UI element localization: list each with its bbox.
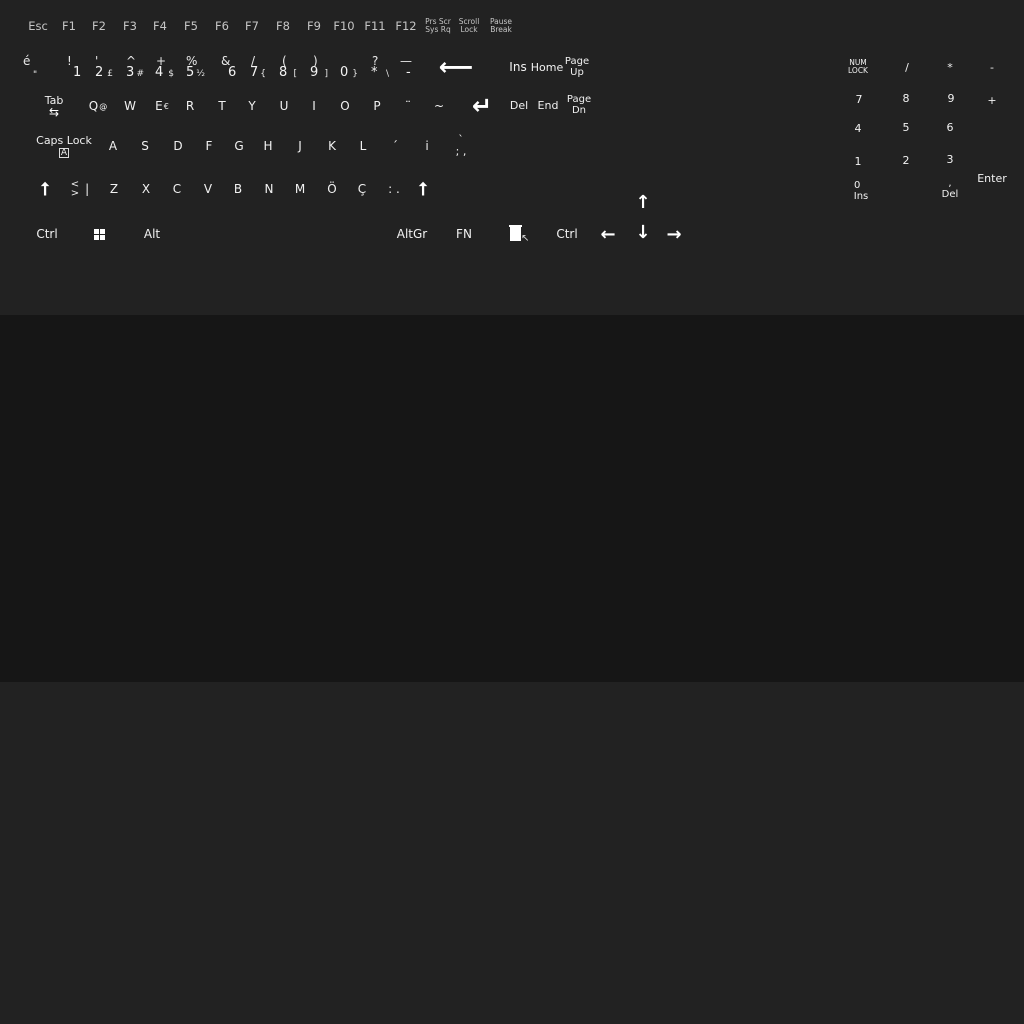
key-page-down[interactable]: Page Dn (559, 89, 599, 121)
key-numpad-4[interactable]: 4 (838, 112, 878, 144)
key-fn[interactable]: FN (444, 218, 484, 250)
key-page-up-label: Page (564, 56, 590, 67)
windows-logo-icon (93, 228, 105, 240)
arrow-left-icon: ← (600, 223, 616, 245)
key-numpad-1[interactable]: 1 (838, 145, 878, 177)
key-main-label: Y (248, 99, 256, 113)
key-bottom-label: 9 (310, 65, 319, 80)
key-print-screen-sublabel: Sys Rq (425, 25, 451, 34)
key-numpad-decimal[interactable]: , Del (930, 173, 970, 205)
key-semicolon[interactable]: ` ; , (441, 130, 481, 162)
key-top-label: é (23, 54, 31, 68)
key-page-up-sublabel: Up (570, 67, 584, 78)
key-pause-sublabel: Break (490, 25, 512, 34)
key-bottom-label: 3 (126, 65, 135, 80)
key-tab[interactable]: Tab ⇆ (34, 90, 74, 122)
enter-return-icon: ↵ (471, 92, 493, 120)
arrow-right-icon: → (666, 223, 682, 245)
key-bottom-label: ; , (455, 145, 467, 158)
key-bottom-label: > (70, 188, 80, 199)
key-arrow-up[interactable]: ↑ (623, 186, 663, 218)
key-caps-lock-label: Caps Lock (36, 133, 92, 147)
key-bottom-label: Del (941, 189, 959, 200)
key-numpad-7[interactable]: 7 (839, 83, 879, 115)
key-main-label: R (185, 99, 195, 113)
key-numpad-multiply[interactable]: * (930, 51, 970, 83)
key-num-lock[interactable]: NUM LOCK (838, 51, 878, 83)
key-numpad-5[interactable]: 5 (886, 111, 926, 143)
key-bottom-label: " (33, 70, 38, 80)
key-altgr[interactable]: AltGr (392, 218, 432, 250)
key-numpad-divide[interactable]: / (887, 51, 927, 83)
key-main-label: Q (88, 99, 99, 113)
key-bottom-label: * (371, 65, 378, 80)
input-area-background (0, 315, 1024, 682)
key-enter[interactable]: ↵ (462, 90, 502, 122)
tab-arrows-icon: ⇆ (48, 105, 60, 119)
key-bottom-label: 5 (186, 65, 195, 80)
key-page-down-label: Page (566, 94, 592, 105)
key-windows[interactable] (79, 218, 119, 250)
key-arrow-left[interactable]: ← (588, 218, 628, 250)
key-alt-label: € (163, 101, 169, 111)
context-menu-icon: ↖ (509, 225, 529, 244)
key-caps-lock[interactable]: Caps Lock A (34, 130, 94, 162)
key-pause-break[interactable]: Pause Break (481, 10, 521, 42)
key-shift-left[interactable]: ⭡ (25, 173, 65, 205)
key-main-label: ~ (433, 99, 445, 113)
key-numpad-6[interactable]: 6 (930, 111, 970, 143)
key-alt[interactable]: Alt (132, 218, 172, 250)
key-main-label: E (155, 99, 163, 113)
on-screen-keyboard: Esc F1 F2 F3 F4 F5 F6 F7 F8 F9 F10 F11 F… (0, 0, 1024, 315)
key-numpad-3[interactable]: 3 (930, 143, 970, 175)
key-number-row-13[interactable]: — - (386, 51, 426, 83)
key-bottom-label: 8 (279, 65, 288, 80)
key-side-label: | (85, 182, 90, 196)
key-tilde[interactable]: ~ (419, 90, 459, 122)
key-main-label: ¨ (405, 99, 411, 113)
key-numpad-plus[interactable]: + (972, 84, 1012, 116)
backspace-arrow-icon: ⟵ (438, 53, 474, 81)
arrow-up-icon: ↑ (635, 191, 651, 213)
key-numpad-8[interactable]: 8 (886, 82, 926, 114)
shift-arrow-icon: ⭡ (40, 178, 50, 200)
key-context-menu[interactable]: ↖ (497, 218, 537, 250)
arrow-down-icon: ↓ (635, 221, 651, 243)
shift-arrow-icon: ⭡ (418, 178, 428, 200)
key-bottom-label: - (406, 65, 411, 80)
key-scroll-lock-sublabel: Lock (460, 25, 478, 34)
key-main-label: W (124, 99, 136, 113)
lower-background (0, 682, 1024, 1024)
key-bottom-label: 0 (340, 65, 349, 80)
key-bottom-label: Ins (853, 191, 869, 202)
key-alt-label: @ (99, 101, 108, 111)
key-top-label: 0 (854, 180, 861, 191)
key-main-label: P (373, 99, 381, 113)
key-numpad-2[interactable]: 2 (886, 144, 926, 176)
key-numpad-enter[interactable]: Enter (972, 162, 1012, 194)
key-ctrl-right[interactable]: Ctrl (547, 218, 587, 250)
key-arrow-right[interactable]: → (654, 218, 694, 250)
key-bottom-label: 2 (95, 65, 104, 80)
key-numpad-0[interactable]: 0 Ins (841, 175, 881, 207)
caps-lock-icon: A (58, 147, 70, 158)
key-main-label: O (340, 99, 350, 113)
key-main-label: T (218, 99, 226, 113)
key-top-label: , (948, 178, 952, 189)
key-numpad-9[interactable]: 9 (931, 82, 971, 114)
key-page-down-sublabel: Dn (571, 105, 587, 116)
key-main-label: I (312, 99, 316, 113)
key-backspace[interactable]: ⟵ (436, 51, 476, 83)
key-bottom-label: 7 (250, 65, 259, 80)
key-numpad-minus[interactable]: - (972, 51, 1012, 83)
key-ctrl-left[interactable]: Ctrl (27, 218, 67, 250)
key-bottom-label: 4 (155, 65, 164, 80)
key-main-label: U (279, 99, 289, 113)
key-angle-stack: < > (70, 180, 80, 199)
key-page-up[interactable]: Page Up (557, 51, 597, 83)
key-shift-right[interactable]: ⭡ (403, 173, 443, 205)
key-num-lock-sublabel: LOCK (848, 66, 868, 75)
key-top-label: ! (67, 54, 72, 68)
